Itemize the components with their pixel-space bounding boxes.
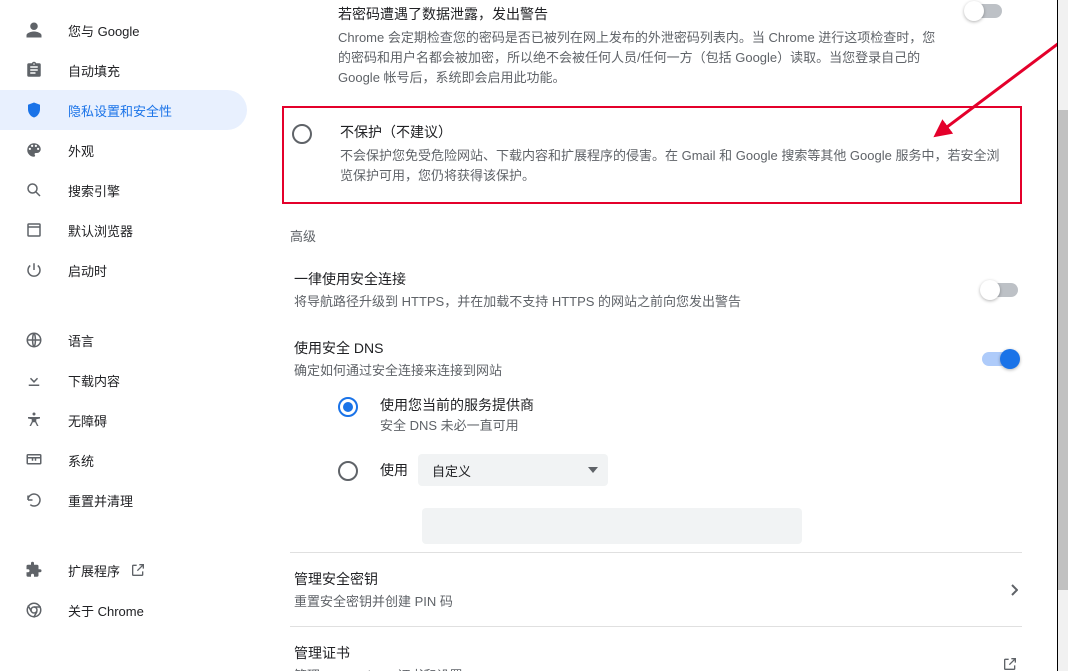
chrome-icon: [24, 600, 44, 620]
sidebar-item-language[interactable]: 语言: [0, 320, 247, 360]
clipboard-icon: [24, 60, 44, 80]
sidebar-item-label: 重置并清理: [68, 491, 133, 510]
power-icon: [24, 260, 44, 280]
settings-sidebar: 您与 Google 自动填充 隐私设置和安全性 外观 搜索引擎: [0, 0, 255, 671]
sidebar-item-label: 自动填充: [68, 61, 120, 80]
secure-dns-desc: 确定如何通过安全连接来连接到网站: [294, 360, 962, 379]
leak-warning-desc: Chrome 会定期检查您的密码是否已被列在网上发布的外泄密码列表内。当 Chr…: [338, 28, 946, 88]
secure-dns-title: 使用安全 DNS: [294, 338, 962, 358]
sidebar-item-label: 默认浏览器: [68, 221, 133, 240]
sidebar-item-privacy[interactable]: 隐私设置和安全性: [0, 90, 247, 130]
security-keys-desc: 重置安全密钥并创建 PIN 码: [294, 591, 1010, 610]
sidebar-item-about[interactable]: 关于 Chrome: [0, 590, 247, 630]
sidebar-item-label: 扩展程序: [68, 561, 120, 580]
dns-current-provider-title: 使用您当前的服务提供商: [380, 395, 1022, 415]
security-keys-row[interactable]: 管理安全密钥 重置安全密钥并创建 PIN 码: [290, 553, 1022, 626]
download-icon: [24, 370, 44, 390]
globe-icon: [24, 330, 44, 350]
sidebar-item-search[interactable]: 搜索引擎: [0, 170, 247, 210]
secure-dns-toggle[interactable]: [982, 352, 1018, 366]
dns-current-provider-radio[interactable]: [338, 397, 358, 417]
secure-dns-row: 使用安全 DNS 确定如何通过安全连接来连接到网站: [290, 324, 1022, 385]
leak-warning-toggle[interactable]: [966, 4, 1002, 18]
advanced-section-label: 高级: [290, 204, 1022, 255]
certificates-desc: 管理 HTTPS/SSL 证书和设置: [294, 665, 1002, 671]
no-protection-desc: 不会保护您免受危险网站、下载内容和扩展程序的侵害。在 Gmail 和 Googl…: [340, 146, 1004, 186]
sidebar-item-label: 关于 Chrome: [68, 601, 144, 620]
sidebar-item-appearance[interactable]: 外观: [0, 130, 247, 170]
sidebar-item-system[interactable]: 系统: [0, 440, 247, 480]
no-protection-radio[interactable]: [292, 124, 312, 144]
dns-custom-input[interactable]: [422, 508, 802, 544]
always-https-toggle[interactable]: [982, 283, 1018, 297]
external-link-icon: [130, 561, 148, 579]
chevron-right-icon: [1010, 584, 1018, 596]
palette-icon: [24, 140, 44, 160]
security-keys-title: 管理安全密钥: [294, 569, 1010, 589]
person-icon: [24, 20, 44, 40]
search-icon: [24, 180, 44, 200]
external-link-icon: [1002, 656, 1018, 671]
sidebar-item-default-browser[interactable]: 默认浏览器: [0, 210, 247, 250]
sidebar-item-accessibility[interactable]: 无障碍: [0, 400, 247, 440]
puzzle-icon: [24, 560, 44, 580]
sidebar-item-autofill[interactable]: 自动填充: [0, 50, 247, 90]
sidebar-item-label: 您与 Google: [68, 21, 140, 40]
accessibility-icon: [24, 410, 44, 430]
always-https-desc: 将导航路径升级到 HTTPS，并在加载不支持 HTTPS 的网站之前向您发出警告: [294, 291, 962, 310]
always-https-row: 一律使用安全连接 将导航路径升级到 HTTPS，并在加载不支持 HTTPS 的网…: [290, 255, 1022, 324]
sidebar-item-reset[interactable]: 重置并清理: [0, 480, 247, 520]
dns-provider-select-value: 自定义: [432, 461, 471, 480]
certificates-title: 管理证书: [294, 643, 1002, 663]
dns-current-provider-desc: 安全 DNS 未必一直可用: [380, 415, 1022, 434]
dns-custom-label: 使用: [380, 460, 408, 480]
leak-warning-title: 若密码遭遇了数据泄露，发出警告: [338, 4, 946, 24]
sidebar-item-label: 系统: [68, 451, 94, 470]
settings-content: 若密码遭遇了数据泄露，发出警告 Chrome 会定期检查您的密码是否已被列在网上…: [255, 0, 1057, 671]
shield-icon: [24, 100, 44, 120]
sidebar-item-downloads[interactable]: 下载内容: [0, 360, 247, 400]
reset-icon: [24, 490, 44, 510]
sidebar-item-label: 外观: [68, 141, 94, 160]
sidebar-item-label: 隐私设置和安全性: [68, 101, 172, 120]
browser-icon: [24, 220, 44, 240]
dns-provider-select[interactable]: 自定义: [418, 454, 608, 486]
sidebar-item-label: 搜索引擎: [68, 181, 120, 200]
dns-custom-radio[interactable]: [338, 461, 358, 481]
sidebar-item-label: 下载内容: [68, 371, 120, 390]
scrollbar-thumb[interactable]: [1058, 110, 1068, 590]
system-icon: [24, 450, 44, 470]
sidebar-item-label: 启动时: [68, 261, 107, 280]
scrollbar[interactable]: [1058, 0, 1068, 671]
sidebar-item-startup[interactable]: 启动时: [0, 250, 247, 290]
sidebar-item-label: 语言: [68, 331, 94, 350]
sidebar-item-label: 无障碍: [68, 411, 107, 430]
annotation-highlight: 不保护（不建议） 不会保护您免受危险网站、下载内容和扩展程序的侵害。在 Gmai…: [282, 106, 1022, 204]
certificates-row[interactable]: 管理证书 管理 HTTPS/SSL 证书和设置: [290, 627, 1022, 671]
caret-down-icon: [588, 467, 598, 473]
sidebar-item-extensions[interactable]: 扩展程序: [0, 550, 247, 590]
sidebar-item-you-and-google[interactable]: 您与 Google: [0, 10, 247, 50]
always-https-title: 一律使用安全连接: [294, 269, 962, 289]
no-protection-title: 不保护（不建议）: [340, 122, 1004, 142]
